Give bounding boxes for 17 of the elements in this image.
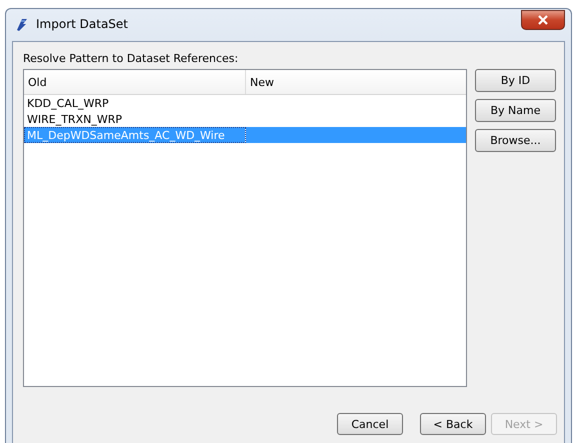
action-button[interactable]: Browse... xyxy=(475,129,556,152)
footer-button[interactable]: < Back xyxy=(420,413,486,435)
window-title: Import DataSet xyxy=(36,17,129,31)
table-row[interactable]: WIRE_TRXN_WRP xyxy=(24,111,466,127)
table-cell: ML_DepWDSameAmts_AC_WD_Wire xyxy=(24,127,246,143)
close-icon xyxy=(538,15,548,25)
column-header[interactable]: New xyxy=(246,70,466,94)
table-row[interactable]: KDD_CAL_WRP xyxy=(24,95,466,111)
action-button[interactable]: By ID xyxy=(475,69,556,92)
column-header[interactable]: Old xyxy=(24,70,246,94)
footer-button[interactable]: Cancel xyxy=(337,413,403,435)
action-button[interactable]: By Name xyxy=(475,99,556,122)
app-icon xyxy=(14,16,30,32)
table-cell-text: WIRE_TRXN_WRP xyxy=(26,112,123,126)
prompt-label: Resolve Pattern to Dataset References: xyxy=(23,52,240,65)
table-cell-text: KDD_CAL_WRP xyxy=(26,96,110,110)
close-button[interactable] xyxy=(521,10,565,30)
